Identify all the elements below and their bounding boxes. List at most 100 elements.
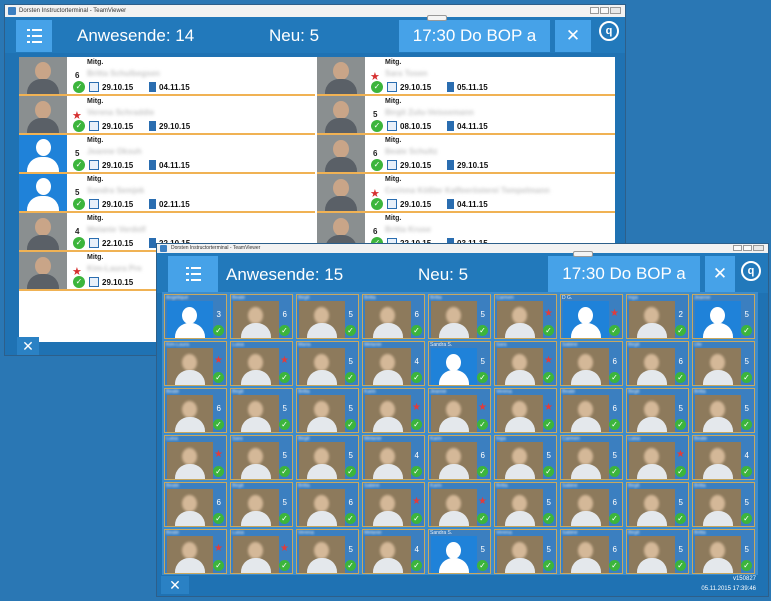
- list-item[interactable]: 6 Mitg. Britta Schulbegsen ✓ 29.10.15 04.11.1…: [19, 57, 315, 96]
- member-photo: [167, 536, 213, 573]
- back-window-titlebar[interactable]: Dorsten Instructorterminal - TeamViewer: [5, 5, 625, 17]
- member-tile[interactable]: Birgit 5 ✓: [296, 294, 359, 339]
- close-icon[interactable]: [610, 7, 621, 14]
- member-tile[interactable]: Beate 6 ✓: [230, 294, 293, 339]
- member-tile[interactable]: Karin 6 ✓: [428, 435, 491, 480]
- member-tile[interactable]: Birgit 6 ✓: [626, 341, 689, 386]
- calendar-icon: [89, 277, 99, 287]
- member-tile[interactable]: Britta 5 ✓: [692, 482, 755, 527]
- member-tile[interactable]: Sabine 6 ✓: [560, 341, 623, 386]
- member-tile[interactable]: Britta 5 ✓: [494, 482, 557, 527]
- member-tile[interactable]: Luisa ★ ✓: [164, 435, 227, 480]
- member-tile[interactable]: Britta 6 ✓: [296, 482, 359, 527]
- member-tile[interactable]: Luisa ★ ✓: [230, 529, 293, 574]
- member-photo: [167, 395, 213, 432]
- session-button[interactable]: 17:30 Do BOP a: [548, 256, 700, 292]
- member-tile[interactable]: Britta 5 ✓: [692, 388, 755, 433]
- member-tile[interactable]: Beate 6 ✓: [164, 482, 227, 527]
- member-tile[interactable]: Beate 6 ✓: [164, 388, 227, 433]
- member-tile[interactable]: Angelique 3 ✓: [164, 294, 227, 339]
- visit-count: 6: [480, 451, 485, 460]
- close-button[interactable]: ✕: [17, 337, 39, 355]
- member-tile[interactable]: Britta 5 ✓: [296, 388, 359, 433]
- member-photo: [299, 489, 345, 526]
- member-tile[interactable]: Sabine ★ ✓: [362, 482, 425, 527]
- session-button[interactable]: 17:30 Do BOP a: [399, 20, 550, 52]
- star-icon: ★: [214, 449, 223, 460]
- member-tile[interactable]: Verena ★ ✓: [494, 388, 557, 433]
- visit-count: 6: [612, 545, 617, 554]
- star-icon: ★: [214, 543, 223, 554]
- member-tile[interactable]: Carmen 5 ✓: [560, 435, 623, 480]
- minimize-icon[interactable]: [733, 245, 742, 251]
- check-icon: ✓: [411, 560, 422, 571]
- maximize-icon[interactable]: [600, 7, 609, 14]
- member-tile[interactable]: Jeanne 5 ✓: [692, 294, 755, 339]
- visit-count: 5: [612, 451, 617, 460]
- member-tile[interactable]: Inga 2 ✓: [626, 294, 689, 339]
- check-icon: ✓: [543, 513, 554, 524]
- member-tile[interactable]: Ute 5 ✓: [692, 341, 755, 386]
- member-tile[interactable]: Karin ★ ✓: [428, 482, 491, 527]
- member-tile[interactable]: Beate ★ ✓: [164, 529, 227, 574]
- close-icon[interactable]: [753, 245, 764, 251]
- chevron-down-icon[interactable]: [427, 15, 447, 21]
- list-item[interactable]: ★ Mitg. Sara Tosen ✓ 29.10.15 05.11.15: [317, 57, 615, 96]
- list-item[interactable]: 5 Mitg. Birgit Zulu-Veissemann ✓ 08.10.15 04.…: [317, 96, 615, 135]
- member-tile[interactable]: Birgit 5 ✓: [626, 388, 689, 433]
- list-item[interactable]: 5 Mitg. Sandra Semjek ✓ 29.10.15 02.11.15: [19, 174, 315, 213]
- member-tile[interactable]: Sandra S. 5 ✓: [428, 341, 491, 386]
- member-photo: [629, 489, 675, 526]
- date-next: 04.11.15: [159, 83, 190, 92]
- member-tile[interactable]: Birgit 5 ✓: [296, 435, 359, 480]
- member-tile[interactable]: Karin ★ ✓: [362, 388, 425, 433]
- member-tile[interactable]: Sara 5 ✓: [230, 435, 293, 480]
- minimize-icon[interactable]: [590, 7, 599, 14]
- calendar-icon: [387, 121, 397, 131]
- member-tile[interactable]: Sabine 6 ✓: [560, 482, 623, 527]
- tools-button[interactable]: ✕: [555, 20, 591, 52]
- member-tile[interactable]: Beate 4 ✓: [692, 435, 755, 480]
- menu-button[interactable]: [168, 256, 218, 292]
- chevron-down-icon[interactable]: [573, 251, 593, 257]
- tools-button[interactable]: ✕: [705, 256, 735, 292]
- member-tile[interactable]: Melanie 4 ✓: [362, 435, 425, 480]
- member-tile[interactable]: Britta 5 ✓: [692, 529, 755, 574]
- member-tile[interactable]: Britta 5 ✓: [428, 294, 491, 339]
- check-icon: ✓: [477, 325, 488, 336]
- calendar-icon: [89, 121, 99, 131]
- front-window-titlebar[interactable]: Dorsten Instructorterminal - TeamViewer: [157, 244, 768, 253]
- member-tile[interactable]: Carmen ★ ✓: [494, 294, 557, 339]
- member-tile[interactable]: Sabine 6 ✓: [560, 529, 623, 574]
- member-tile[interactable]: Jeanne ★ ✓: [428, 388, 491, 433]
- member-tile[interactable]: Birgit 5 ✓: [626, 529, 689, 574]
- member-tile[interactable]: Maria 5 ✓: [296, 341, 359, 386]
- member-tile[interactable]: Melanie 4 ✓: [362, 529, 425, 574]
- member-tile[interactable]: Melanie 4 ✓: [362, 341, 425, 386]
- member-tile[interactable]: Luisa ★ ✓: [230, 341, 293, 386]
- close-button[interactable]: ✕: [161, 576, 189, 594]
- member-tile[interactable]: Britta 6 ✓: [362, 294, 425, 339]
- member-tile[interactable]: Sandra S. 5 ✓: [428, 529, 491, 574]
- member-tile[interactable]: Luisa ★ ✓: [626, 435, 689, 480]
- list-item[interactable]: ★ Mitg. Corinna Kößler Kaffeerösterei Temp…: [317, 174, 615, 213]
- date-last-visit: 08.10.15: [400, 122, 432, 131]
- list-item[interactable]: 6 Mitg. Beate Schultz ✓ 29.10.15 29.10.15: [317, 135, 615, 174]
- member-tile[interactable]: Kim-Laura ★ ✓: [164, 341, 227, 386]
- member-tile[interactable]: Birgit 5 ✓: [230, 482, 293, 527]
- member-tile[interactable]: Birgit 5 ✓: [626, 482, 689, 527]
- member-tile[interactable]: Verena 5 ✓: [494, 529, 557, 574]
- maximize-icon[interactable]: [743, 245, 752, 251]
- list-item[interactable]: 5 Mitg. Jeanne Oksuh ✓ 29.10.15 04.11.15: [19, 135, 315, 174]
- member-photo: [365, 348, 411, 385]
- list-item[interactable]: ★ Mitg. Verena Schraddie ✓ 29.10.15 29.10.15: [19, 96, 315, 135]
- member-photo: [317, 135, 365, 172]
- menu-button[interactable]: [16, 20, 52, 52]
- member-tile[interactable]: D G. ★ ✓: [560, 294, 623, 339]
- member-photo: [299, 348, 345, 385]
- member-tile[interactable]: Sara ★ ✓: [494, 341, 557, 386]
- member-tile[interactable]: Verena 5 ✓: [296, 529, 359, 574]
- member-tile[interactable]: Birgit 5 ✓: [230, 388, 293, 433]
- member-tile[interactable]: Inga 5 ✓: [494, 435, 557, 480]
- member-tile[interactable]: Beate 6 ✓: [560, 388, 623, 433]
